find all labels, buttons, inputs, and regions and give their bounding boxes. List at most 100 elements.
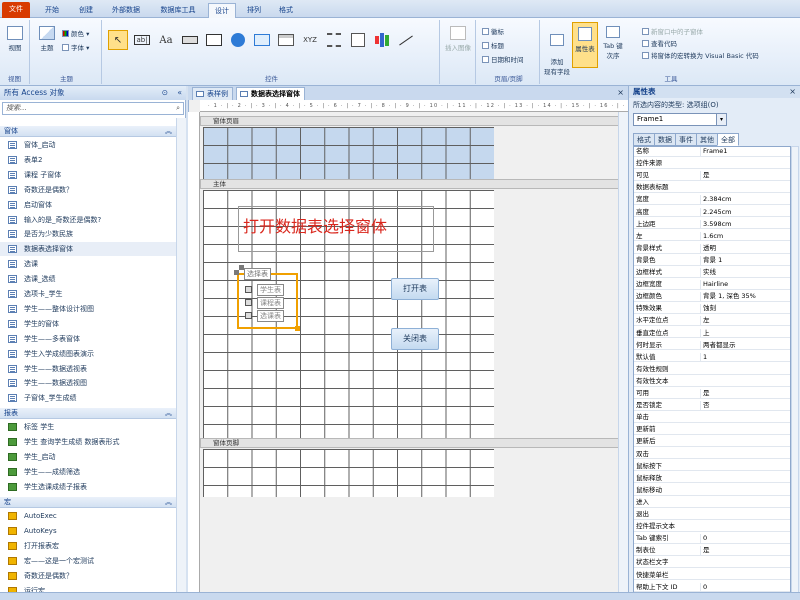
tab-arrange[interactable]: 排列 xyxy=(240,3,268,18)
close-table-button[interactable]: 关闭表 xyxy=(391,328,439,350)
add-fields-button[interactable]: 添加 现有字段 xyxy=(544,26,570,76)
property-sheet-button[interactable]: 属性表 xyxy=(572,22,598,68)
property-row[interactable]: 更新前 xyxy=(634,425,790,436)
nav-item[interactable]: 宏——这是一个宏测试 xyxy=(0,554,176,568)
web-browser-icon[interactable] xyxy=(252,30,272,50)
property-row[interactable]: 左 1.6cm xyxy=(634,231,790,242)
property-value[interactable]: 是 xyxy=(700,389,790,398)
nav-item[interactable]: 奇数还是偶数？ xyxy=(0,183,176,197)
property-row[interactable]: 鼠标按下 xyxy=(634,462,790,472)
tab-control-icon[interactable] xyxy=(204,30,224,50)
combo-box-icon[interactable] xyxy=(348,30,368,50)
design-scrollbar[interactable] xyxy=(618,112,628,600)
property-row[interactable]: 上边距 3.598cm xyxy=(634,219,790,230)
property-row[interactable]: 是否锁定 否 xyxy=(634,401,790,411)
colors-button[interactable]: 颜色 ▾ xyxy=(62,28,89,38)
open-table-button[interactable]: 打开表 xyxy=(391,278,439,300)
property-value[interactable]: 左 xyxy=(700,316,790,326)
logo-button[interactable]: 徽标 xyxy=(482,26,504,36)
nav-item[interactable]: 是否为少数民族 xyxy=(0,227,176,241)
convert-macros-button[interactable]: 将窗体的宏转换为 Visual Basic 代码 xyxy=(642,50,759,60)
view-code-button[interactable]: 查看代码 xyxy=(642,38,677,48)
fonts-button[interactable]: 字体 ▾ xyxy=(62,42,89,52)
property-row[interactable]: 可用 是 xyxy=(634,389,790,399)
prop-tab-all[interactable]: 全部 xyxy=(717,133,739,146)
property-scrollbar[interactable] xyxy=(791,146,799,598)
property-row[interactable]: 控件提示文本 xyxy=(634,522,790,532)
chevron-up-icon[interactable]: ︽ xyxy=(165,408,172,419)
property-row[interactable]: 边框颜色 背景 1, 深色 35% xyxy=(634,292,790,302)
property-row[interactable]: 有效性规则 xyxy=(634,365,790,375)
nav-section-forms[interactable]: 窗体 ︽ xyxy=(0,126,176,137)
nav-item[interactable]: 学生——整体设计视图 xyxy=(0,302,176,316)
property-value[interactable]: Hairline xyxy=(700,280,790,290)
property-row[interactable]: 数据表标题 xyxy=(634,183,790,194)
nav-item[interactable]: 数据表选择窗体 xyxy=(0,242,176,257)
nav-header[interactable]: 所有 Access 对象 ⊙ « xyxy=(0,86,186,100)
close-document-icon[interactable]: × xyxy=(617,88,624,97)
chevron-up-icon[interactable]: ︽ xyxy=(165,497,172,508)
property-row[interactable]: 可见 是 xyxy=(634,171,790,181)
nav-scrollbar[interactable] xyxy=(176,118,186,598)
property-row[interactable]: 何时显示 两者都显示 xyxy=(634,340,790,351)
nav-dropdown-icon[interactable]: ⊙ xyxy=(162,86,168,100)
property-value[interactable]: 背景 1, 深色 35% xyxy=(700,292,790,302)
nav-section-reports[interactable]: 报表 ︽ xyxy=(0,408,176,420)
chevron-up-icon[interactable]: ︽ xyxy=(165,126,172,137)
nav-item[interactable]: 奇数还是偶数？ xyxy=(0,569,176,583)
property-value[interactable]: 透明 xyxy=(700,243,790,253)
nav-item[interactable]: 标签 学生 xyxy=(0,420,176,434)
property-value[interactable]: 2.384cm xyxy=(700,195,790,205)
close-property-sheet-icon[interactable]: × xyxy=(789,87,796,96)
property-value[interactable]: 1 xyxy=(700,352,790,362)
frame-move-handle[interactable] xyxy=(234,270,239,275)
prop-tab-event[interactable]: 事件 xyxy=(675,133,697,146)
property-row[interactable]: 鼠标释放 xyxy=(634,474,790,484)
nav-item[interactable]: 学生_启动 xyxy=(0,450,176,464)
nav-item[interactable]: 选课 xyxy=(0,257,176,271)
property-row[interactable]: 水平定位点 左 xyxy=(634,316,790,327)
property-row[interactable]: 高度 2.245cm xyxy=(634,207,790,218)
option-group-icon[interactable]: XYZ xyxy=(300,30,320,50)
frame-resize-handle[interactable] xyxy=(295,326,300,331)
tab-external-data[interactable]: 外部数据 xyxy=(104,3,148,18)
property-row[interactable]: 更新后 xyxy=(634,437,790,448)
property-row[interactable]: 默认值 1 xyxy=(634,352,790,363)
section-bar-detail[interactable]: 主体 xyxy=(200,179,628,189)
property-row[interactable]: 控件来源 xyxy=(634,159,790,169)
property-value[interactable]: 实线 xyxy=(700,268,790,277)
title-button[interactable]: 标题 xyxy=(482,40,504,50)
property-value[interactable]: 背景 1 xyxy=(700,255,790,265)
nav-item[interactable]: 表单2 xyxy=(0,153,176,167)
text-box-icon[interactable]: ab| xyxy=(132,30,152,50)
label-move-handle[interactable] xyxy=(239,265,244,270)
tab-create[interactable]: 创建 xyxy=(72,3,100,18)
property-value[interactable]: 1.6cm xyxy=(700,231,790,241)
doc-tab-datasheet-form[interactable]: 数据表选择窗体 xyxy=(236,87,305,100)
nav-item[interactable]: AutoKeys xyxy=(0,524,176,538)
option-enrollment[interactable]: 选课表 xyxy=(245,310,293,322)
nav-item[interactable]: 学生选课成绩子报表 xyxy=(0,480,176,494)
nav-item[interactable]: 打开报表宏 xyxy=(0,539,176,553)
new-window-subform-button[interactable]: 新窗口中的子窗体 xyxy=(642,26,703,36)
nav-item[interactable]: 学生入学成绩图表演示 xyxy=(0,347,176,361)
form-title-label[interactable]: 打开数据表选择窗体 xyxy=(238,206,434,252)
property-value[interactable]: 2.245cm xyxy=(700,207,790,217)
view-button[interactable]: 视图 xyxy=(4,26,26,52)
property-row[interactable]: 状态栏文字 xyxy=(634,558,790,569)
tab-file[interactable]: 文件 xyxy=(2,2,30,18)
option-course[interactable]: 课程表 xyxy=(245,297,293,309)
label-icon[interactable]: Aa xyxy=(156,30,176,50)
nav-item[interactable]: 学生的窗体 xyxy=(0,317,176,331)
navigation-icon[interactable] xyxy=(276,30,296,50)
option-group-label[interactable]: 选择表 xyxy=(244,268,271,280)
property-row[interactable]: 快捷菜单栏 xyxy=(634,571,790,581)
prop-tab-other[interactable]: 其他 xyxy=(696,133,718,146)
property-row[interactable]: 边框宽度 Hairline xyxy=(634,280,790,290)
property-row[interactable]: 垂直定位点 上 xyxy=(634,328,790,339)
nav-item[interactable]: 输入的是_奇数还是偶数? xyxy=(0,213,176,227)
tab-database-tools[interactable]: 数据库工具 xyxy=(152,3,204,18)
tab-format[interactable]: 格式 xyxy=(272,3,300,18)
tab-design[interactable]: 设计 xyxy=(208,3,236,18)
property-row[interactable]: 背景色 背景 1 xyxy=(634,255,790,266)
